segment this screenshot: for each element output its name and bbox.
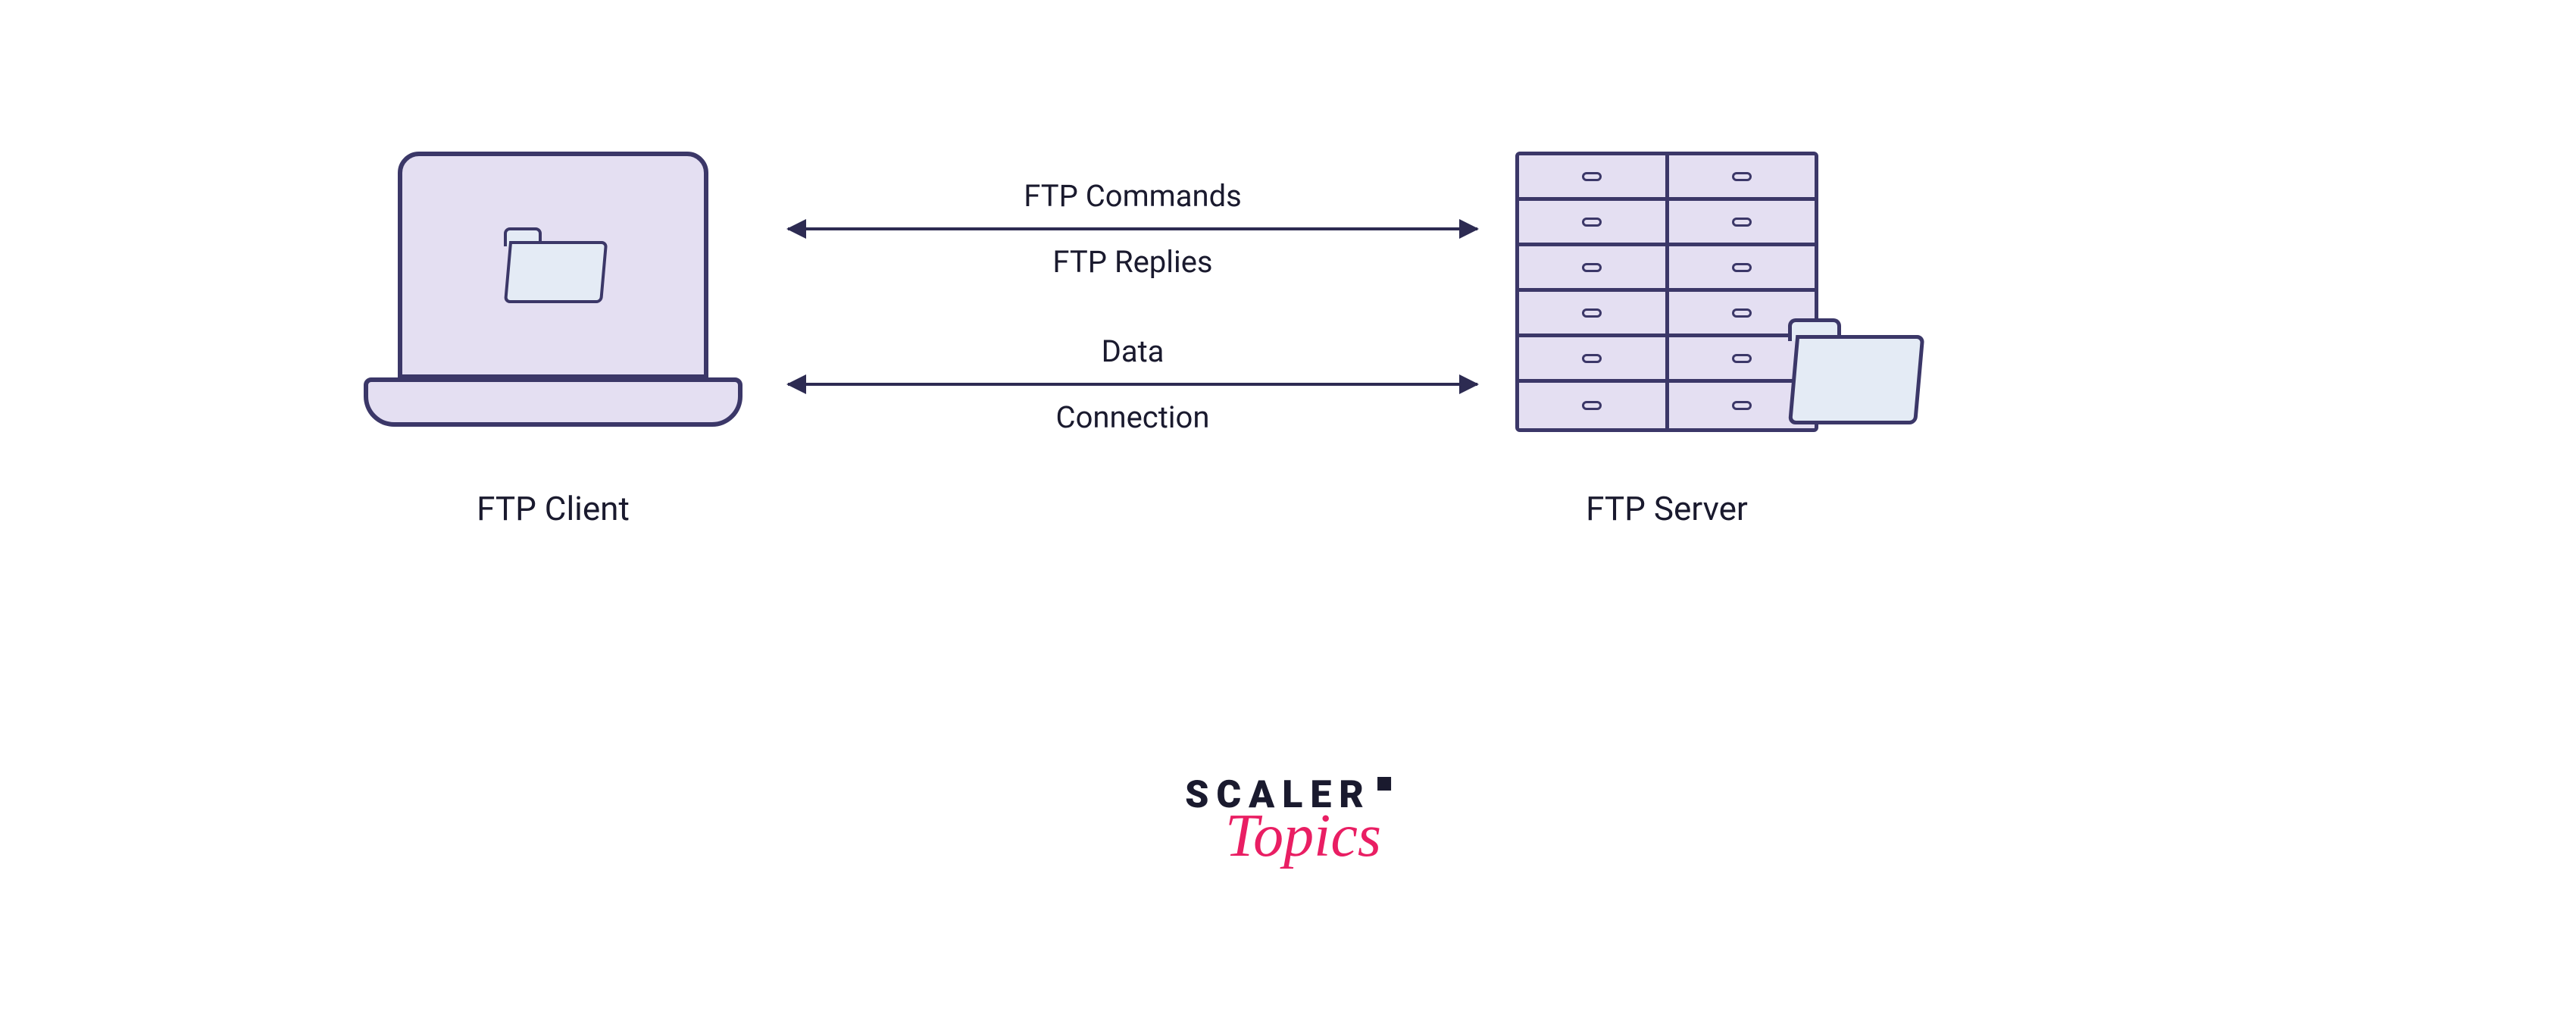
connection-label: Connection: [788, 399, 1477, 435]
logo-topics-text: Topics: [1200, 802, 1406, 871]
server-label: FTP Server: [1515, 489, 1818, 528]
laptop-base: [364, 377, 742, 427]
double-arrow-line: [788, 383, 1477, 386]
data-connection-arrow: Data Connection: [788, 334, 1477, 435]
ftp-client-laptop-icon: [364, 152, 742, 447]
folder-icon: [504, 227, 602, 303]
scaler-topics-logo: SCALER Topics: [1185, 773, 1391, 871]
ftp-diagram: FTP Client FTP Commands FTP Replies Data…: [0, 152, 2576, 682]
ftp-server-rack-icon: [1515, 152, 1818, 432]
control-connection-arrow: FTP Commands FTP Replies: [788, 178, 1477, 280]
arrow-right-icon: [1459, 374, 1479, 394]
logo-square-icon: [1377, 777, 1391, 791]
double-arrow-line: [788, 227, 1477, 230]
arrow-left-icon: [786, 219, 806, 239]
client-label: FTP Client: [364, 489, 742, 528]
ftp-replies-label: FTP Replies: [788, 244, 1477, 280]
ftp-commands-label: FTP Commands: [788, 178, 1477, 214]
arrow-left-icon: [786, 374, 806, 394]
server-folder-icon: [1788, 318, 1917, 424]
arrow-right-icon: [1459, 219, 1479, 239]
data-label: Data: [788, 334, 1477, 369]
laptop-screen: [398, 152, 708, 379]
